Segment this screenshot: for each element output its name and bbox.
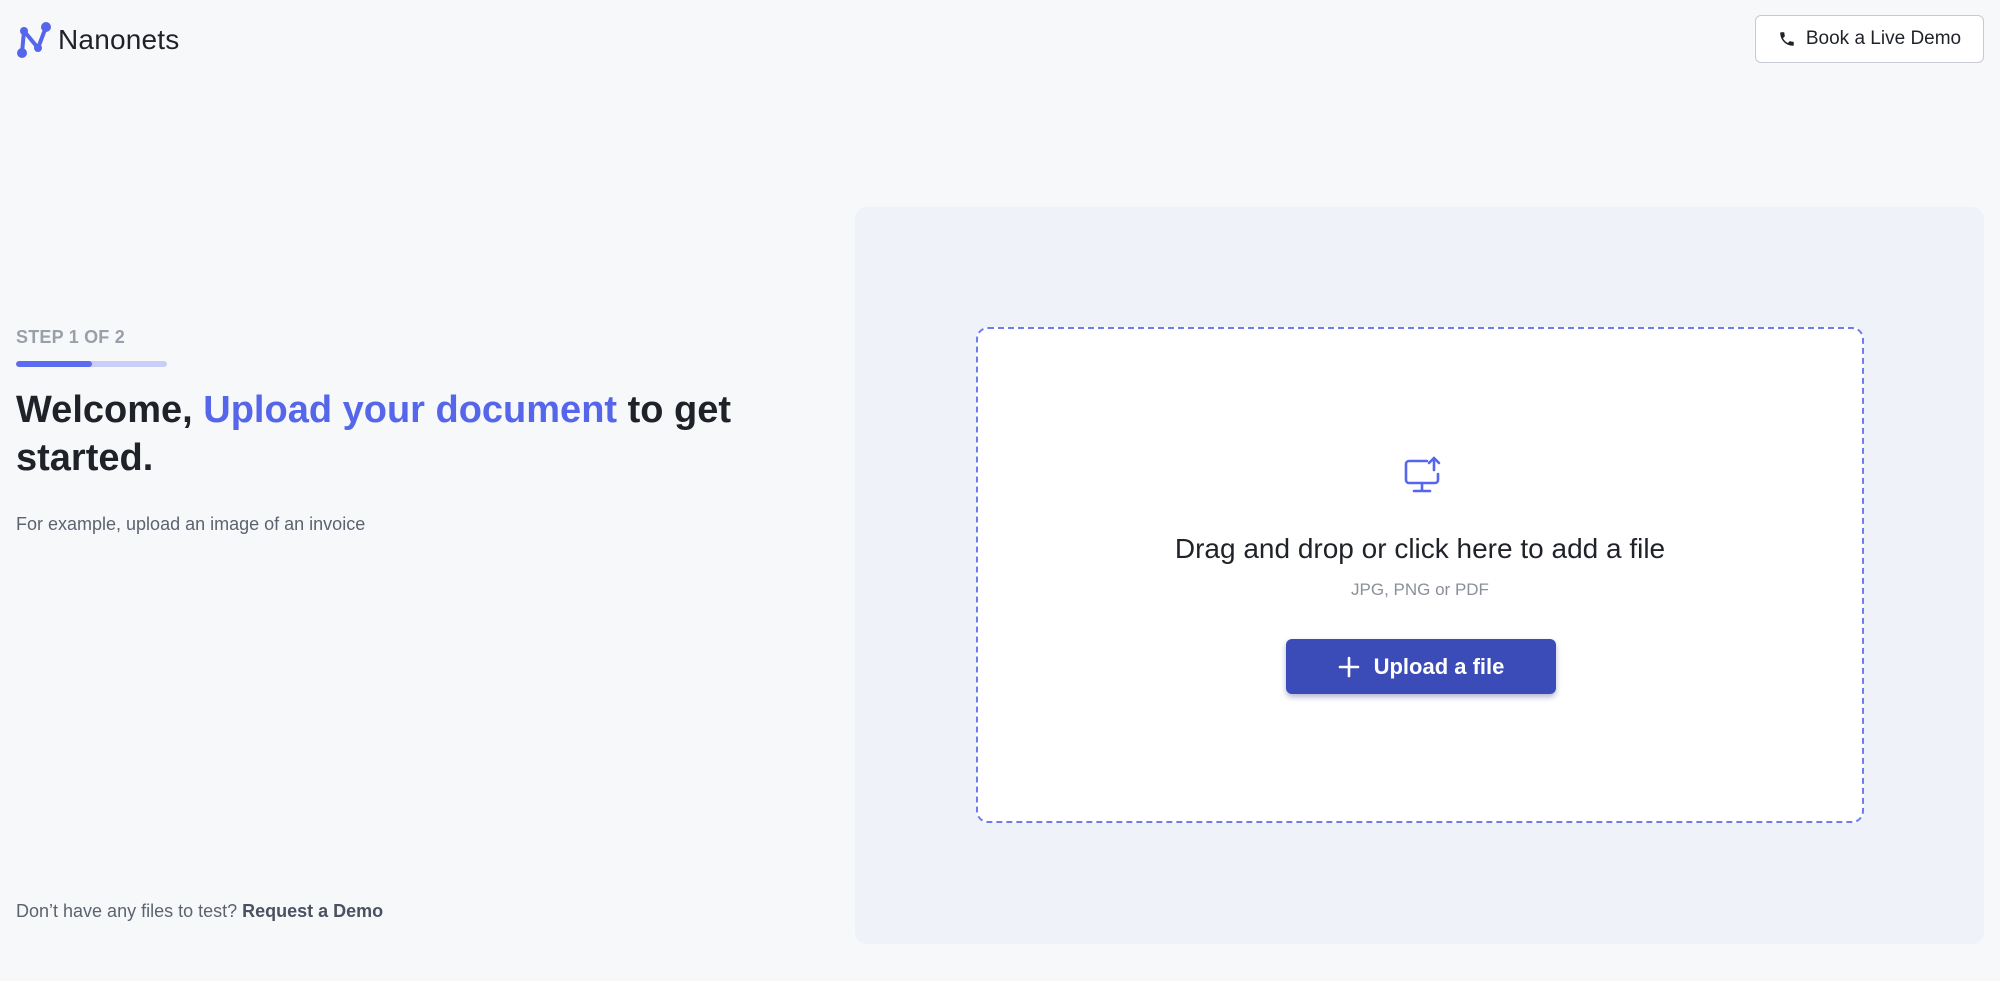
example-hint: For example, upload an image of an invoi…	[16, 514, 366, 534]
step-indicator-label: STEP 1 OF 2	[16, 327, 125, 347]
dropzone-title: Drag and drop or click here to add a fil…	[1174, 533, 1666, 564]
request-demo-link[interactable]: Request a Demo	[242, 901, 383, 921]
step-progress-fill	[16, 361, 92, 367]
headline-prefix: Welcome,	[16, 389, 204, 431]
step-progress-bar	[16, 361, 167, 367]
book-live-demo-label: Book a Live Demo	[1805, 28, 1962, 49]
file-dropzone[interactable]: Drag and drop or click here to add a fil…	[976, 327, 1864, 823]
accepted-formats: JPG, PNG or PDF	[1351, 580, 1489, 599]
headline-accent: Upload your document	[203, 389, 618, 431]
request-demo-note: Don’t have any files to test? Request a …	[16, 901, 383, 922]
request-demo-text: Don’t have any files to test?	[16, 901, 243, 921]
book-live-demo-button[interactable]: Book a Live Demo	[1755, 15, 1984, 63]
upload-file-button[interactable]: Upload a file	[1286, 639, 1556, 694]
page-title: Welcome, Upload your document to get sta…	[16, 386, 756, 482]
onboarding-intro: STEP 1 OF 2 Welcome, Upload your documen…	[16, 0, 816, 981]
upload-file-label: Upload a file	[1373, 653, 1505, 679]
plus-icon	[1338, 656, 1359, 677]
upload-panel: Drag and drop or click here to add a fil…	[855, 207, 1984, 944]
phone-icon	[1780, 32, 1794, 46]
monitor-upload-icon	[1404, 456, 1441, 493]
